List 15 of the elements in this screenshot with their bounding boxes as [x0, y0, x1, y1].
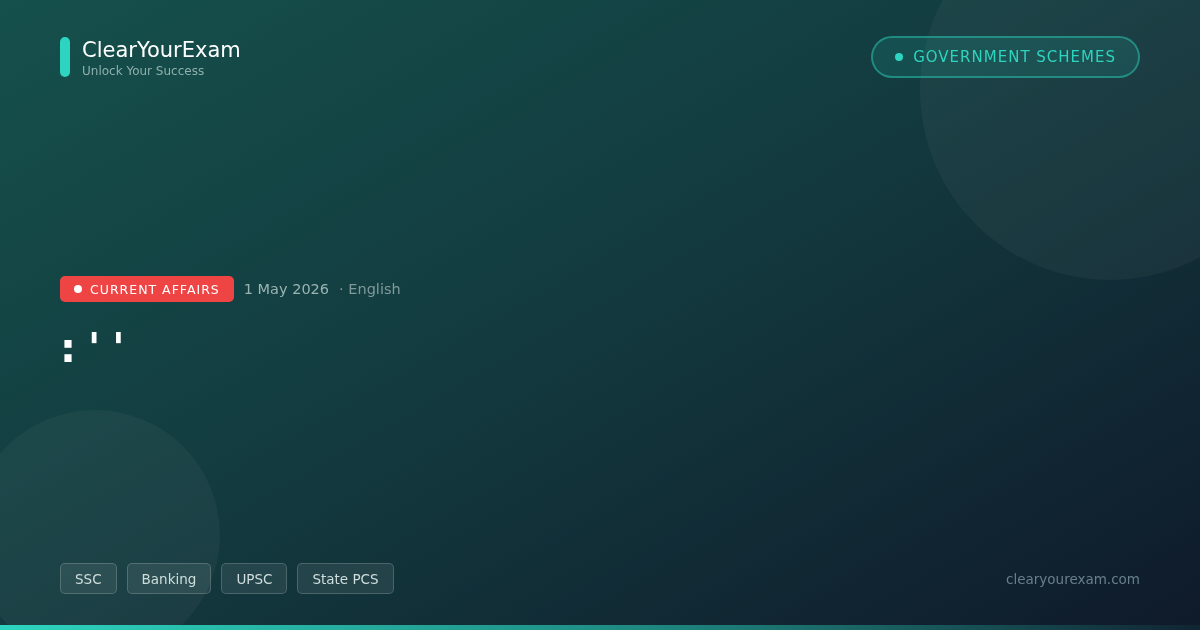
- brand-tagline: Unlock Your Success: [82, 64, 206, 78]
- category-badge: CURRENT AFFAIRS: [60, 276, 234, 302]
- dot-icon: [895, 53, 904, 61]
- dot-icon: [74, 285, 82, 293]
- language-label: · English: [339, 281, 401, 297]
- exam-tag: SSC: [60, 563, 117, 594]
- website-url: clearyourexam.com: [1006, 570, 1140, 587]
- exam-tag: State PCS: [297, 563, 394, 594]
- category-pill: GOVERNMENT SCHEMES: [871, 36, 1140, 78]
- exam-tag: UPSC: [221, 563, 288, 594]
- brand-accent-bar: [60, 37, 70, 77]
- publish-date: 1 May 2026: [243, 281, 330, 297]
- headline: :'': [60, 326, 137, 370]
- brand-name: ClearYourExam: [82, 37, 241, 64]
- exam-tag: Banking: [126, 563, 212, 594]
